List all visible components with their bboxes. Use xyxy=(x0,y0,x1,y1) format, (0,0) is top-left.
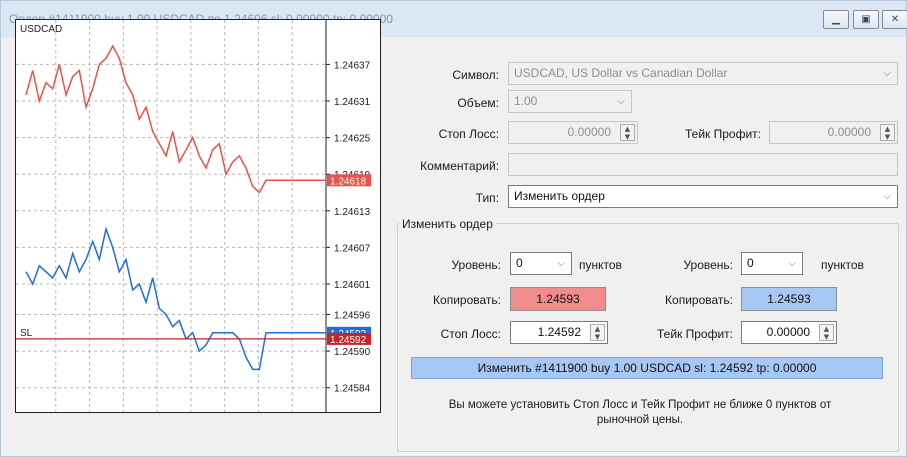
tp-spinner[interactable]: ▲ ▼ xyxy=(819,324,834,341)
points-label-left: пунктов xyxy=(579,258,622,272)
sl-spinner[interactable]: ▲ ▼ xyxy=(590,324,605,341)
maximize-button[interactable]: ▣ xyxy=(853,10,879,29)
chevron-down-icon: ⌵ xyxy=(883,191,891,202)
chevron-down-icon: ⌵ xyxy=(557,258,565,269)
minimize-icon: ▁ xyxy=(832,14,840,25)
level-label-right: Уровень: xyxy=(683,258,733,272)
chart-y-tick-label: 1.24601 xyxy=(334,280,371,291)
maximize-icon: ▣ xyxy=(861,14,871,25)
modify-group-title: Изменить ордер xyxy=(399,217,496,231)
tp-label: Тейк Профит: xyxy=(657,327,733,341)
tp-field[interactable]: 0.00000 ▲ ▼ xyxy=(741,321,837,344)
chart-y-tick-label: 1.24631 xyxy=(334,97,371,108)
level-value-left: 0 xyxy=(516,256,523,270)
modify-note: Вы можете установить Стоп Лосс и Тейк Пр… xyxy=(401,398,879,428)
chart-y-tick-label: 1.24625 xyxy=(334,134,371,145)
chart-sl-price-tag: 1.24592 xyxy=(330,335,367,346)
price-chart: 1.246371.246311.246251.246191.246131.246… xyxy=(15,19,381,413)
takeprofit-label: Тейк Профит: xyxy=(685,127,761,141)
chart-y-tick-label: 1.24607 xyxy=(334,243,371,254)
level-label-left: Уровень: xyxy=(451,258,501,272)
chevron-down-icon: ⌵ xyxy=(788,258,796,269)
symbol-value: USDCAD, US Dollar vs Canadian Dollar xyxy=(514,66,728,80)
modify-order-button[interactable]: Изменить #1411900 buy 1.00 USDCAD sl: 1.… xyxy=(411,357,883,379)
chart-y-tick-label: 1.24613 xyxy=(334,207,371,218)
volume-select[interactable]: 1.00 ⌵ xyxy=(508,90,632,113)
symbol-label: Символ: xyxy=(452,68,499,82)
modify-note-line1: Вы можете установить Стоп Лосс и Тейк Пр… xyxy=(448,399,832,411)
chart-bid-series-line xyxy=(25,226,326,371)
stoploss-spinner[interactable]: ▲ ▼ xyxy=(620,124,635,141)
volume-value: 1.00 xyxy=(514,94,538,108)
type-select[interactable]: Изменить ордер ⌵ xyxy=(508,185,898,208)
chart-y-tick-label: 1.24584 xyxy=(334,384,371,395)
chart-ask-price-tag: 1.24618 xyxy=(330,176,367,187)
chevron-down-icon: ⌵ xyxy=(883,68,891,79)
level-select-left[interactable]: 0 ⌵ xyxy=(510,252,572,275)
price-chart-svg: 1.246371.246311.246251.246191.246131.246… xyxy=(16,20,371,412)
stoploss-label: Стоп Лосс: xyxy=(438,127,499,141)
sl-label: Стоп Лосс: xyxy=(440,327,501,341)
chart-y-tick-label: 1.24590 xyxy=(334,347,371,358)
type-label: Тип: xyxy=(475,191,499,205)
minimize-button[interactable]: ▁ xyxy=(823,10,849,29)
type-value: Изменить ордер xyxy=(514,189,605,203)
copy-price-button-left[interactable]: 1.24593 xyxy=(510,287,606,311)
comment-label: Комментарий: xyxy=(420,159,499,173)
takeprofit-field[interactable]: 0.00000 ▲ ▼ xyxy=(769,121,898,144)
close-button[interactable]: ✕ xyxy=(882,10,907,29)
modify-note-line2: рыночной цены. xyxy=(596,414,684,426)
takeprofit-value: 0.00000 xyxy=(827,125,871,139)
sl-value: 1.24592 xyxy=(537,325,581,339)
chart-y-tick-label: 1.24596 xyxy=(334,311,371,322)
chart-sl-tag: SL xyxy=(20,328,33,339)
close-icon: ✕ xyxy=(890,14,900,25)
chart-ask-series-line xyxy=(25,44,326,194)
copy-label-right: Копировать: xyxy=(665,293,733,307)
sl-field[interactable]: 1.24592 ▲ ▼ xyxy=(510,321,608,344)
chevron-down-icon: ⌵ xyxy=(617,96,625,107)
chart-title: USDCAD xyxy=(20,24,62,35)
symbol-select[interactable]: USDCAD, US Dollar vs Canadian Dollar ⌵ xyxy=(508,62,898,85)
stoploss-field[interactable]: 0.00000 ▲ ▼ xyxy=(508,121,638,144)
copy-label-left: Копировать: xyxy=(433,293,501,307)
comment-field[interactable] xyxy=(508,153,898,176)
volume-label: Объем: xyxy=(457,96,499,110)
stoploss-value: 0.00000 xyxy=(567,125,611,139)
level-value-right: 0 xyxy=(747,256,754,270)
copy-price-button-right[interactable]: 1.24593 xyxy=(741,287,837,311)
tp-value: 0.00000 xyxy=(766,325,810,339)
takeprofit-spinner[interactable]: ▲ ▼ xyxy=(880,124,895,141)
level-select-right[interactable]: 0 ⌵ xyxy=(741,252,803,275)
points-label-right: пунктов xyxy=(821,258,864,272)
order-window: Ордер #1411900 buy 1.00 USDCAD по 1.2469… xyxy=(0,0,907,457)
chart-y-tick-label: 1.24637 xyxy=(334,60,371,71)
